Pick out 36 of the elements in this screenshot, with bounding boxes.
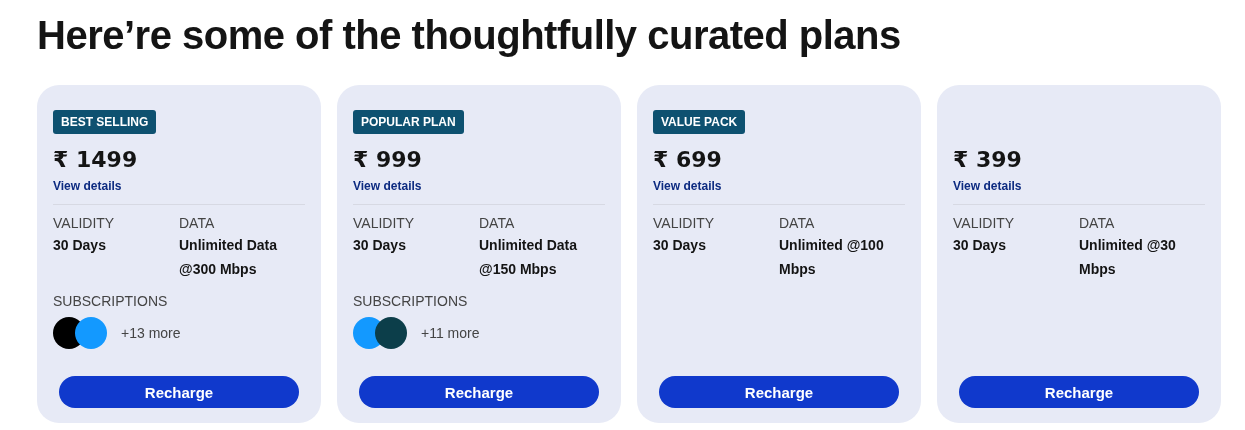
recharge-button[interactable]: Recharge [659,376,899,408]
view-details-link[interactable]: View details [353,179,422,193]
recharge-button[interactable]: Recharge [359,376,599,408]
validity-label: VALIDITY [53,214,116,233]
recharge-button[interactable]: Recharge [959,376,1199,408]
view-details-link[interactable]: View details [653,179,722,193]
view-details-link[interactable]: View details [953,179,1022,193]
plan-badge: BEST SELLING [53,110,157,134]
plan-badge: VALUE PACK [653,110,746,134]
data-value: Unlimited Data @150 Mbps [479,236,578,279]
subscriptions-label: SUBSCRIPTIONS [353,292,469,311]
page-heading: Here’re some of the thoughtfully curated plans [37,12,901,58]
data-label: DATA [479,214,516,233]
data-value: Unlimited Data @300 Mbps [179,236,278,279]
plan-badge: POPULAR PLAN [353,110,464,134]
validity-value: 30 Days [53,236,107,255]
validity-label: VALIDITY [653,214,716,233]
validity-value: 30 Days [353,236,407,255]
validity-label: VALIDITY [353,214,416,233]
data-label: DATA [179,214,216,233]
data-value: Unlimited @100 Mbps [779,236,885,279]
validity-value: 30 Days [953,236,1007,255]
plan-price: ₹ 999 [353,146,423,174]
data-label: DATA [779,214,816,233]
more-subscriptions-count: +13 more [121,325,181,341]
view-details-link[interactable]: View details [53,179,122,193]
plan-price: ₹ 699 [653,146,723,174]
plan-price: ₹ 399 [953,146,1023,174]
data-value: Unlimited @30 Mbps [1079,236,1177,279]
plan-price: ₹ 1499 [53,146,139,174]
subscriptions-label: SUBSCRIPTIONS [53,292,169,311]
more-subscriptions-count: +11 more [421,325,480,341]
validity-value: 30 Days [653,236,707,255]
validity-label: VALIDITY [953,214,1016,233]
data-label: DATA [1079,214,1116,233]
recharge-button[interactable]: Recharge [59,376,299,408]
